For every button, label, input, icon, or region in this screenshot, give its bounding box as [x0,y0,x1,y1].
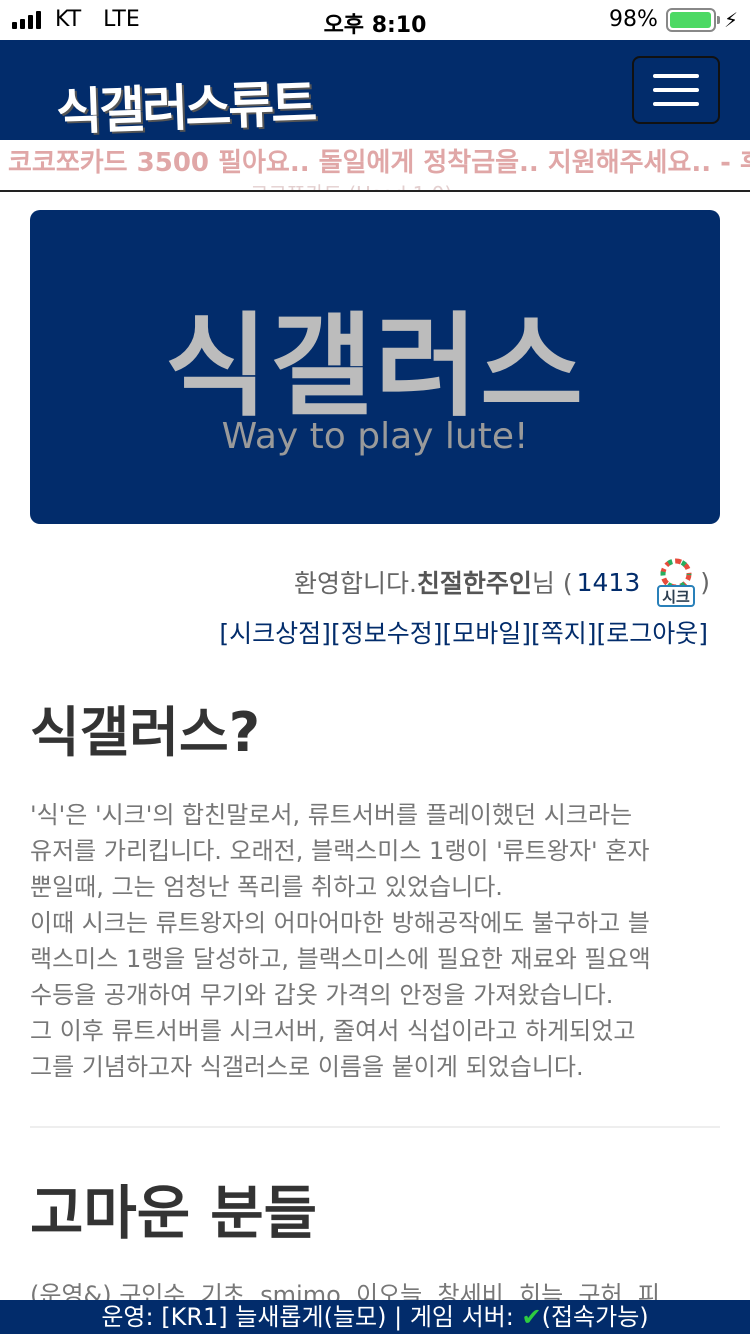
site-logo[interactable]: 식갤러스류트 [55,64,315,145]
status-right: 98% ⚡ [609,7,738,32]
server-label: 게임 서버: [409,1303,522,1331]
about-heading: 식갤러스? [30,701,261,764]
user-points: 1413 [576,567,641,597]
about-line: 유저를 가리킵니다. 오래전, 블랙스미스 1랭이 '류트왕자' 혼자 [30,837,650,865]
marquee-subtext: 코코쪼카드 (Used 1.0) [250,178,452,190]
welcome-suffix: 님 ( [531,569,573,598]
marquee-text: 코코쪼카드 3500 필아요.. 돌일에게 정착금을.. 지원해주세요.. - … [8,148,750,178]
server-status: (접속가능) [541,1303,649,1331]
about-line: 이때 시크는 류트왕자의 어마어마한 방해공작에도 불구하고 블 [30,909,650,937]
logout-link[interactable]: [로그아웃] [596,619,708,648]
about-line: '식'은 '시크'의 합친말로서, 류트서버를 플레이했던 시크라는 [30,801,633,829]
about-line: 그 이후 류트서버를 시크서버, 줄여서 식섭이라고 하게되었고 [30,1017,636,1045]
hamburger-menu-button[interactable] [632,56,720,124]
about-line: 뿐일때, 그는 엄청난 폭리를 취하고 있었습니다. [30,873,503,901]
navbar: 식갤러스류트 [0,40,750,141]
menu-bar [653,88,699,92]
hero-subtitle: Way to play lute! [221,416,529,457]
about-text: '식'은 '시크'의 합친말로서, 류트서버를 플레이했던 시크라는 유저를 가… [30,797,722,1085]
charging-icon: ⚡ [723,7,738,32]
status-bar: KT LTE 오후 8:10 98% ⚡ [0,0,750,40]
notice-marquee[interactable]: 코코쪼카드 3500 필아요.. 돌일에게 정착금을.. 지원해주세요.. - … [0,140,750,192]
about-line: 랙스미스 1랭을 달성하고, 블랙스미스에 필요한 재료와 필요액 [30,945,651,973]
about-line: 수등을 공개하여 무기와 갑옷 가격의 안정을 가져왔습니다. [30,981,614,1009]
menu-bar [653,74,699,78]
welcome-prefix: 환영합니다. [293,569,417,598]
operator-label: 운영: [KR1] 늘새롭게(늘모) [101,1303,387,1331]
about-line: 그를 기념하고자 식갤러스로 이름을 붙이게 되었습니다. [30,1053,584,1081]
hero-banner: 식갤러스 Way to play lute! [30,210,720,524]
thanks-heading: 고마운 분들 [30,1179,317,1247]
check-icon: ✔ [521,1303,542,1331]
mobile-link[interactable]: [모바일] [442,619,531,648]
messages-link[interactable]: [쪽지] [531,619,597,648]
battery-icon [665,7,720,32]
edit-profile-link[interactable]: [정보수정] [331,619,443,648]
section-divider [30,1126,720,1128]
welcome-line: 환영합니다. 친절한주인 님 ( 1413 시크 ) [294,556,710,608]
menu-bar [653,102,699,106]
user-links: [시크상점][정보수정][모바일][쪽지][로그아웃] [219,614,708,650]
rank-badge-icon: 시크 [654,556,698,608]
welcome-close: ) [700,567,710,597]
username: 친절한주인 [416,569,532,598]
shop-link[interactable]: [시크상점] [219,619,331,648]
svg-text:시크: 시크 [662,588,690,606]
footer-separator: | [386,1303,410,1331]
hero-title: 식갤러스 [164,302,586,432]
server-status-footer: 운영: [KR1] 늘새롭게(늘모) | 게임 서버: ✔(접속가능) [0,1300,750,1334]
battery-percent: 98% [609,7,658,32]
